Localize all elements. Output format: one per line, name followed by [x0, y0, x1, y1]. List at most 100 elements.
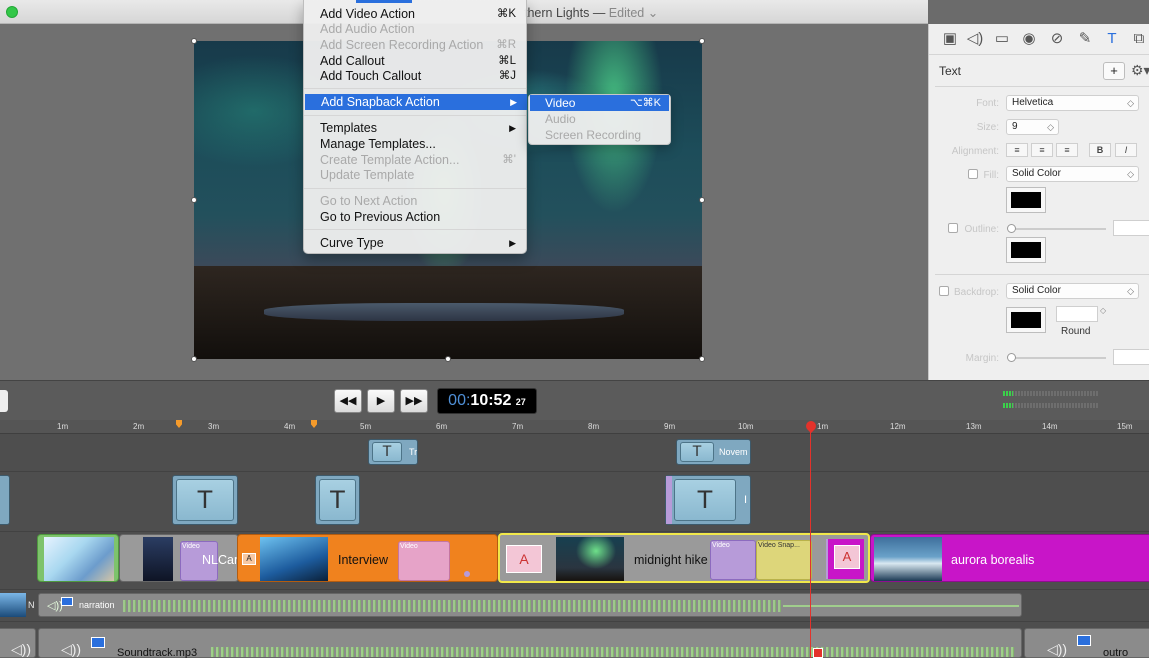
resize-handle[interactable] — [191, 197, 197, 203]
ruler-tick: 2m — [133, 422, 145, 431]
audio-clip-soundtrack[interactable]: ◁)) Soundtrack.mp3 — [38, 628, 1022, 658]
lake-image — [264, 303, 624, 321]
clip-thumbnail — [874, 537, 942, 581]
outline-slider[interactable] — [1010, 228, 1106, 230]
timeline-marker[interactable] — [311, 420, 317, 428]
menu-item-templates[interactable]: Templates ▶ — [304, 120, 526, 136]
backdrop-label: Backdrop: — [953, 287, 999, 298]
menu-item-add-screen-recording-action: Add Screen Recording Action ⌘R — [320, 38, 516, 52]
clip-thumbnail — [260, 537, 328, 581]
chevron-down-icon[interactable]: ⌄ — [648, 6, 658, 20]
ruler-tick: 15m — [1117, 422, 1133, 431]
margin-field[interactable] — [1113, 349, 1149, 365]
fill-select[interactable]: Solid Color ◇ — [1006, 166, 1139, 182]
callout-clip[interactable]: T Novem — [676, 439, 751, 465]
timecode-display[interactable]: 00:10:52 27 — [437, 388, 537, 414]
chevron-updown-icon: ◇ — [1047, 122, 1054, 132]
outline-label: Outline: — [964, 224, 999, 235]
playhead[interactable] — [810, 430, 811, 658]
margin-slider-knob[interactable] — [1007, 353, 1016, 362]
gear-icon[interactable]: ⚙▾ — [1131, 62, 1149, 80]
pen-icon[interactable]: ✎ — [1076, 30, 1094, 48]
resize-handle[interactable] — [699, 356, 705, 362]
timeline-ruler[interactable]: 1m 2m 3m 4m 5m 6m 7m 8m 9m 10m 1m 12m 13… — [0, 420, 1149, 434]
video-snapback-marker[interactable]: Video Snap... — [756, 540, 812, 580]
margin-slider[interactable] — [1010, 357, 1106, 359]
resize-handle[interactable] — [191, 356, 197, 362]
shapes-icon[interactable]: ⊘ — [1048, 30, 1066, 48]
speaker-icon[interactable]: ◁) — [966, 30, 984, 48]
italic-button[interactable]: I — [1115, 143, 1137, 157]
resize-handle[interactable] — [191, 38, 197, 44]
chevron-updown-icon: ◇ — [1127, 98, 1134, 108]
sidebar-toggle-button[interactable] — [0, 390, 8, 412]
callout-clip[interactable]: T Tr — [368, 439, 418, 465]
menu-item-add-video-action[interactable]: Add Video Action ⌘K — [304, 6, 526, 22]
menu-item-manage-templates[interactable]: Manage Templates... — [304, 136, 526, 152]
screen-recording-thumbnail — [0, 593, 26, 617]
submenu-item-video[interactable]: Video ⌥⌘K — [530, 95, 669, 111]
image-icon — [61, 597, 73, 606]
resize-handle[interactable] — [699, 197, 705, 203]
audio-clip-outro[interactable]: ◁)) outro — [1024, 628, 1149, 658]
resize-handle[interactable] — [699, 38, 705, 44]
menu-item-go-to-previous-action[interactable]: Go to Previous Action — [304, 209, 526, 225]
menu-item-add-touch-callout[interactable]: Add Touch Callout ⌘J — [304, 68, 526, 84]
chevron-updown-icon: ◇ — [1127, 169, 1134, 179]
text-callout-icon: T — [372, 442, 402, 462]
play-button[interactable]: ▶ — [367, 389, 395, 413]
timeline-marker[interactable] — [176, 420, 182, 428]
audio-clip-prev[interactable]: ◁)) — [0, 628, 36, 658]
callout-clip[interactable]: T — [172, 475, 238, 525]
round-stepper[interactable]: ◇ — [1100, 306, 1110, 322]
callout-clip[interactable]: T — [315, 475, 360, 525]
outline-width-field[interactable] — [1113, 220, 1149, 236]
text-icon[interactable]: T — [1103, 30, 1121, 48]
menu-item-add-snapback-action[interactable]: Add Snapback Action ▶ — [305, 94, 527, 110]
video-clip-intro[interactable] — [37, 534, 119, 582]
audio-clip-narration[interactable]: ◁)) narration — [38, 593, 1022, 617]
keyframe-dot[interactable] — [464, 571, 470, 577]
chevron-updown-icon: ◇ — [1127, 286, 1134, 296]
bold-button[interactable]: B — [1089, 143, 1111, 157]
callout-clip[interactable]: T I — [665, 475, 751, 525]
outline-color-well[interactable] — [1006, 237, 1046, 263]
audio-waveform — [211, 647, 1015, 657]
resize-handle[interactable] — [445, 356, 451, 362]
callout-clip[interactable] — [0, 475, 10, 525]
video-clip-nlcar[interactable]: Video NLCar — [119, 534, 239, 582]
align-left-button[interactable]: ≡ — [1006, 143, 1028, 157]
rewind-button[interactable]: ◀◀ — [334, 389, 362, 413]
round-field[interactable] — [1056, 306, 1098, 322]
menu-item-curve-type[interactable]: Curve Type ▶ — [304, 235, 526, 251]
film-icon[interactable]: ▣ — [941, 30, 959, 48]
snapback-segment[interactable]: A — [826, 539, 864, 579]
fill-color-well[interactable] — [1006, 187, 1046, 213]
fast-forward-button[interactable]: ▶▶ — [400, 389, 428, 413]
backdrop-color-swatch — [1011, 312, 1041, 328]
align-right-button[interactable]: ≡ — [1056, 143, 1078, 157]
video-action-marker[interactable]: Video — [398, 541, 450, 581]
layers-icon[interactable]: ⧉ — [1130, 30, 1148, 48]
transport-bar: ◀◀ ▶ ▶▶ 00:10:52 27 — [0, 380, 1149, 420]
playhead-handle[interactable] — [813, 648, 823, 658]
menu-indicator — [356, 0, 412, 3]
backdrop-color-well[interactable] — [1006, 307, 1046, 333]
align-center-button[interactable]: ≡ — [1031, 143, 1053, 157]
video-action-marker[interactable]: Video — [710, 540, 756, 580]
ruler-tick: 14m — [1042, 422, 1058, 431]
screen-icon[interactable]: ▭ — [993, 30, 1011, 48]
menu-item-add-callout[interactable]: Add Callout ⌘L — [304, 53, 526, 69]
cursor-icon[interactable]: ◉ — [1020, 30, 1038, 48]
add-text-button[interactable]: + — [1103, 62, 1125, 80]
transition-handle[interactable] — [666, 476, 672, 524]
size-select[interactable]: 9 ◇ — [1006, 119, 1059, 135]
outline-slider-knob[interactable] — [1007, 224, 1016, 233]
video-clip-aurora-borealis[interactable]: aurora borealis — [870, 534, 1149, 582]
backdrop-select[interactable]: Solid Color ◇ — [1006, 283, 1139, 299]
zoom-window-button[interactable] — [6, 6, 18, 18]
video-clip-interview[interactable]: A Interview Video — [237, 534, 498, 582]
font-select[interactable]: Helvetica ◇ — [1006, 95, 1139, 111]
video-clip-midnight-hike[interactable]: A midnight hike Video Video Snap... A — [498, 533, 870, 583]
submenu-item-audio: Audio — [545, 112, 576, 126]
